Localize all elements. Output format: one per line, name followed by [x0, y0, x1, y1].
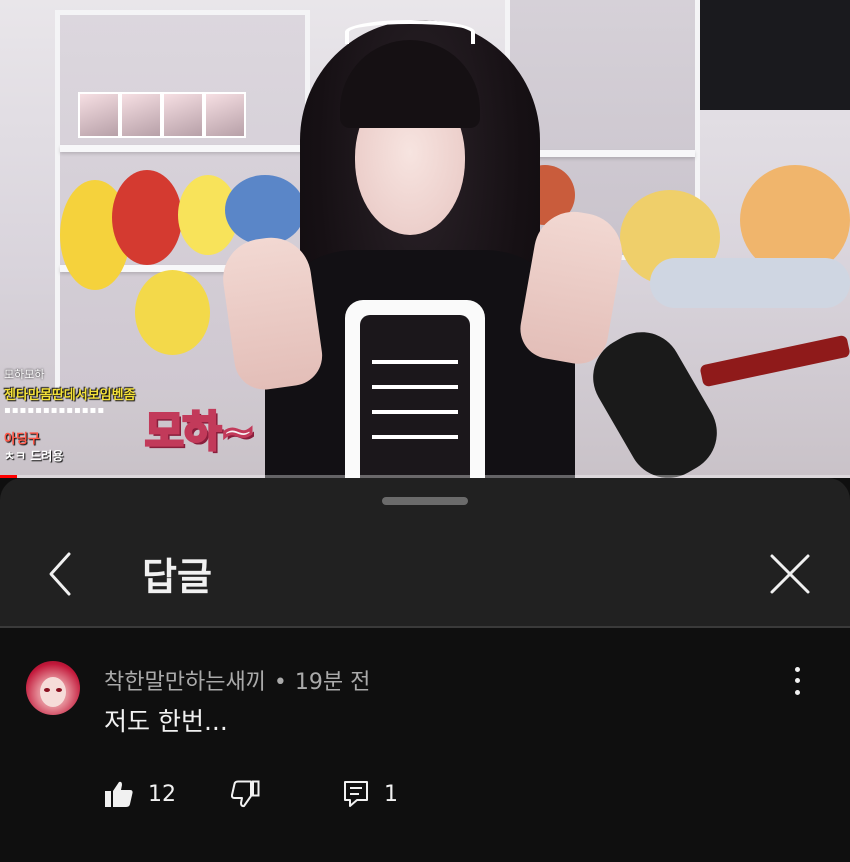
reply-icon [344, 781, 368, 807]
reply-button[interactable]: 1 [342, 774, 398, 814]
sheet-drag-handle[interactable] [382, 497, 468, 505]
page-title: 답글 [142, 555, 212, 599]
like-count: 12 [148, 781, 176, 807]
thumbs-up-icon [105, 781, 133, 807]
chevron-left-icon [49, 552, 71, 596]
chat-caption-yellow: 젠타만몸딴데서보임벤좀 [4, 388, 136, 403]
comment-menu-button[interactable] [785, 664, 809, 698]
chat-caption-white: ㅊㅋ 드려용 [4, 449, 64, 463]
thumbs-down-icon [230, 780, 260, 808]
background-curtain [690, 0, 850, 110]
more-vert-icon [794, 667, 800, 673]
chat-caption-red: 아딩구 [4, 432, 40, 447]
like-button[interactable]: 12 [104, 774, 176, 814]
stream-sticker-caption: 모하~ [143, 406, 257, 458]
back-button[interactable] [40, 544, 80, 604]
chat-caption-small: 모하모하 [4, 368, 45, 381]
meta-separator: • [273, 670, 287, 695]
comment-actions: 12 1 [104, 774, 504, 814]
mic-boom-arm [699, 334, 850, 388]
close-button[interactable] [766, 550, 814, 598]
avatar[interactable] [26, 661, 80, 715]
comment-item: 착한말만하는새끼 • 19분 전 저도 한번... 12 1 [0, 628, 850, 862]
video-progress-fill [0, 475, 17, 478]
close-icon [770, 554, 810, 594]
comment-text: 저도 한번... [104, 707, 228, 736]
comment-author[interactable]: 착한말만하는새끼 [104, 670, 266, 695]
comment-meta: 착한말만하는새끼 • 19분 전 [104, 664, 370, 696]
comment-time: 19분 전 [294, 670, 371, 695]
headband [345, 20, 475, 44]
sheet-header: 답글 [0, 518, 850, 626]
dislike-button[interactable] [230, 774, 260, 814]
chat-emote-row: ▪▪▪▪▪▪▪▪▪▪▪▪▪ [4, 405, 106, 416]
video-player[interactable]: 모하모하 젠타만몸딴데서보임벤좀 ▪▪▪▪▪▪▪▪▪▪▪▪▪ 아딩구 ㅊㅋ 드려… [0, 0, 850, 478]
reply-count: 1 [384, 781, 398, 807]
replies-sheet: 답글 착한말만하는새끼 • 19분 전 저도 한번... 12 1 [0, 478, 850, 862]
